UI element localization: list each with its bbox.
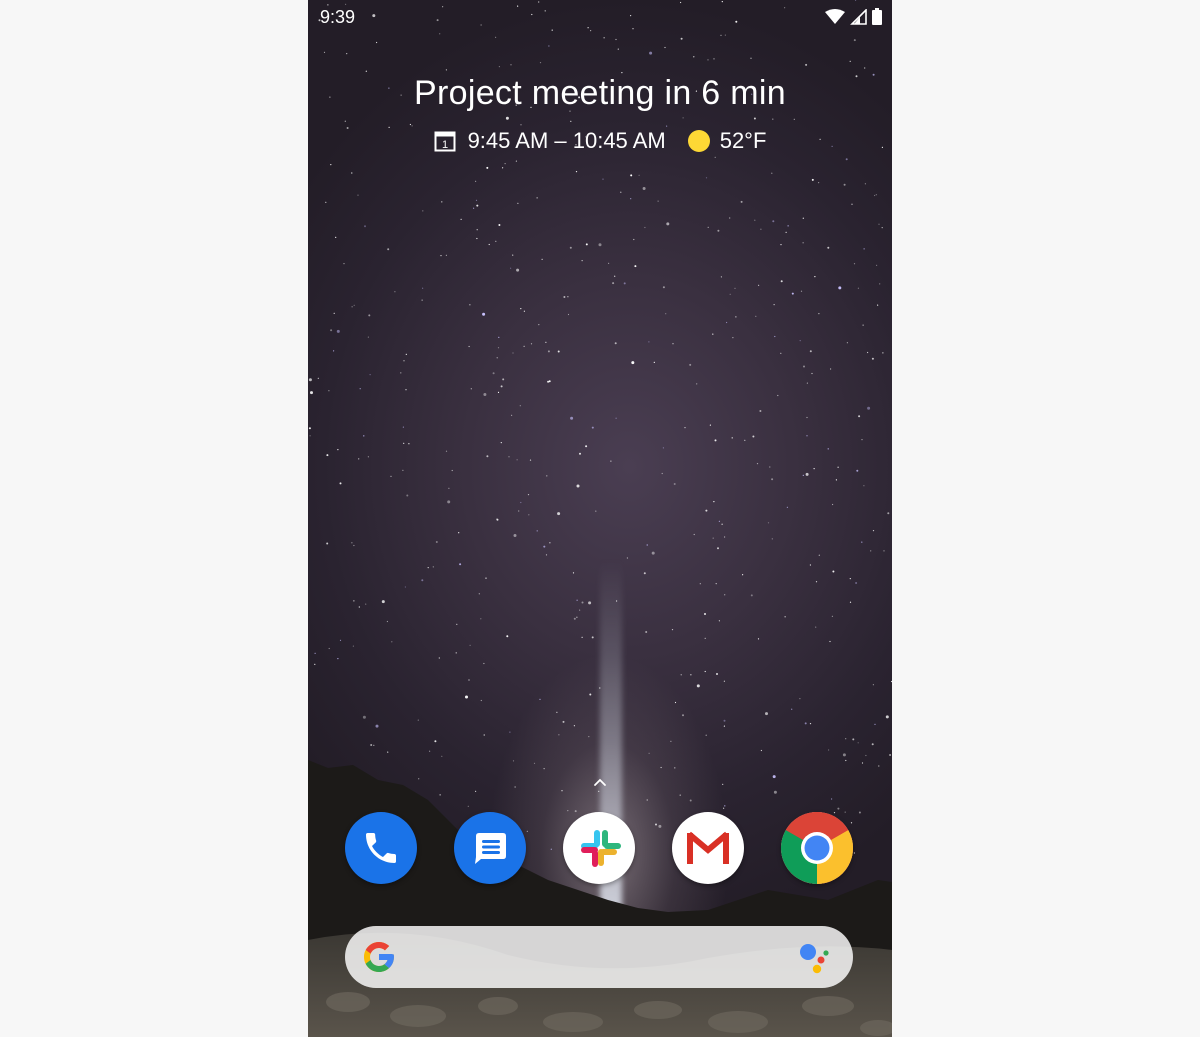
at-a-glance-details[interactable]: 1 9:45 AM – 10:45 AM 52°F	[308, 128, 892, 154]
calendar-icon: 1	[434, 131, 456, 152]
home-screen: 9:39 Project meeting in 6 min 1 9:45 AM …	[308, 0, 892, 1037]
battery-icon	[872, 8, 882, 25]
status-bar: 9:39	[308, 0, 892, 36]
gmail-icon	[687, 831, 729, 864]
slack-app-button[interactable]	[563, 812, 635, 884]
gmail-app-button[interactable]	[672, 812, 744, 884]
svg-text:1: 1	[442, 139, 448, 151]
chrome-app-button[interactable]	[781, 812, 853, 884]
google-g-icon	[364, 942, 394, 972]
event-time: 9:45 AM – 10:45 AM	[467, 128, 666, 153]
sun-icon	[687, 130, 710, 152]
chrome-icon	[781, 812, 853, 884]
messages-icon	[475, 833, 506, 864]
temperature: 52°F	[719, 128, 767, 153]
status-time: 9:39	[320, 7, 356, 27]
app-dock	[308, 812, 892, 886]
cell-signal-icon	[850, 8, 867, 25]
phone-app-button[interactable]	[345, 812, 417, 884]
at-a-glance-title[interactable]: Project meeting in 6 min	[308, 74, 892, 113]
chevron-up-icon[interactable]	[590, 772, 610, 792]
messages-app-button[interactable]	[454, 812, 526, 884]
slack-icon	[581, 830, 621, 867]
google-assistant-icon[interactable]	[797, 940, 831, 974]
google-search-bar[interactable]	[345, 926, 853, 988]
status-icons	[825, 8, 882, 25]
phone-icon	[366, 833, 396, 863]
wifi-icon	[825, 8, 845, 24]
